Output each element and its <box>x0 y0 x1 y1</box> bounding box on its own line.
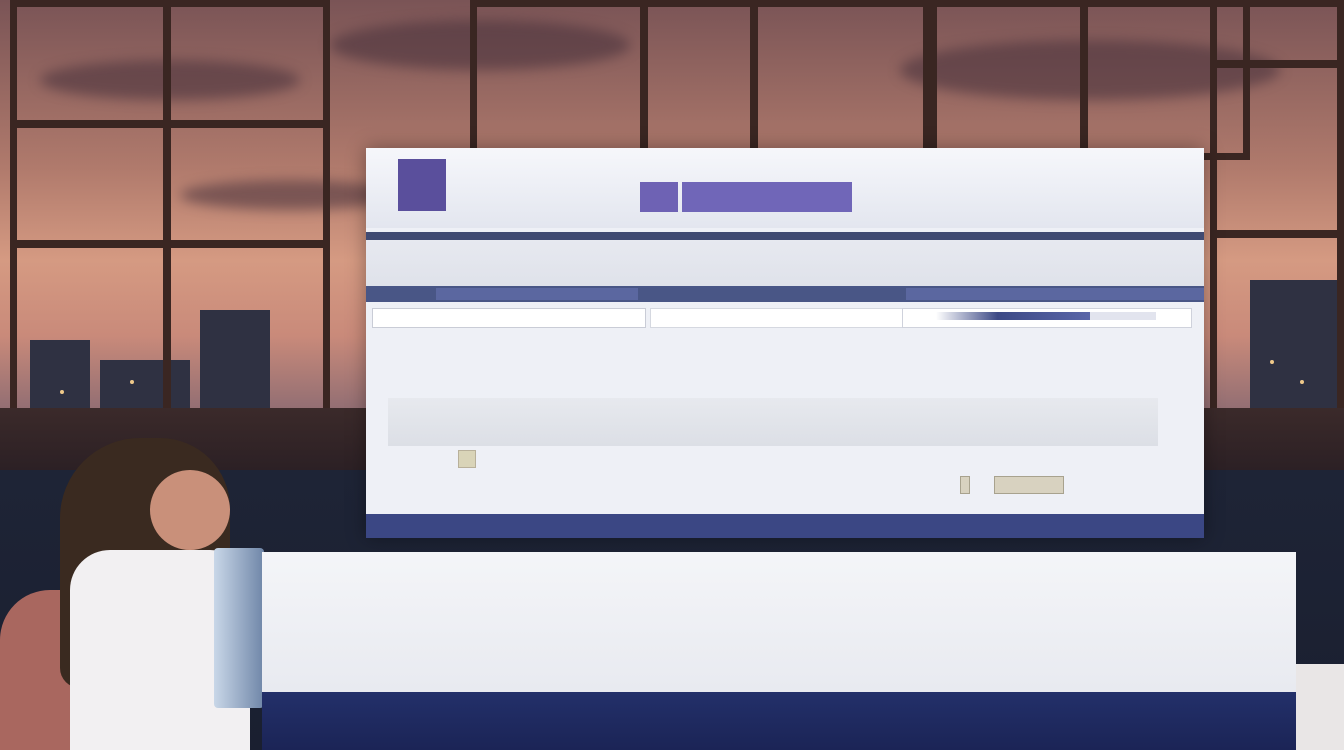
nav-item[interactable] <box>1066 288 1138 300</box>
window-mullion <box>750 0 758 160</box>
header-button-wide[interactable] <box>682 182 852 212</box>
web-page-panel <box>366 148 1204 538</box>
window-mullion <box>640 0 648 160</box>
page-footer-bar <box>366 514 1204 538</box>
window-mullion <box>10 120 330 128</box>
info-card[interactable] <box>388 398 1158 446</box>
lower-banner <box>262 552 1296 692</box>
light-strip <box>1296 664 1344 750</box>
window-mullion <box>10 240 330 248</box>
action-button[interactable] <box>960 476 970 494</box>
window-frame-center <box>470 0 930 160</box>
header-button[interactable] <box>640 182 678 212</box>
laptop <box>214 548 264 708</box>
nav-item[interactable] <box>526 288 638 300</box>
progress-bar <box>936 312 1156 320</box>
action-button-wide[interactable] <box>994 476 1064 494</box>
progress-fill <box>936 312 1090 320</box>
nav-item[interactable] <box>1134 288 1204 300</box>
window-mullion <box>1080 0 1088 160</box>
lower-banner-footer <box>262 692 1296 750</box>
thumbnail-icon[interactable] <box>458 450 476 468</box>
window-mullion <box>1210 60 1344 68</box>
search-field-secondary[interactable] <box>650 308 904 328</box>
window-mullion <box>1210 230 1344 238</box>
top-nav-bar <box>366 232 1204 240</box>
nav-item[interactable] <box>436 288 528 300</box>
hero-banner <box>366 240 1204 286</box>
search-input[interactable] <box>372 308 646 328</box>
window-mullion <box>163 0 171 420</box>
person-face <box>150 470 230 550</box>
site-logo[interactable] <box>398 159 446 211</box>
window-frame-right <box>930 0 1250 160</box>
nav-item[interactable] <box>906 288 978 300</box>
nav-item[interactable] <box>978 288 1070 300</box>
